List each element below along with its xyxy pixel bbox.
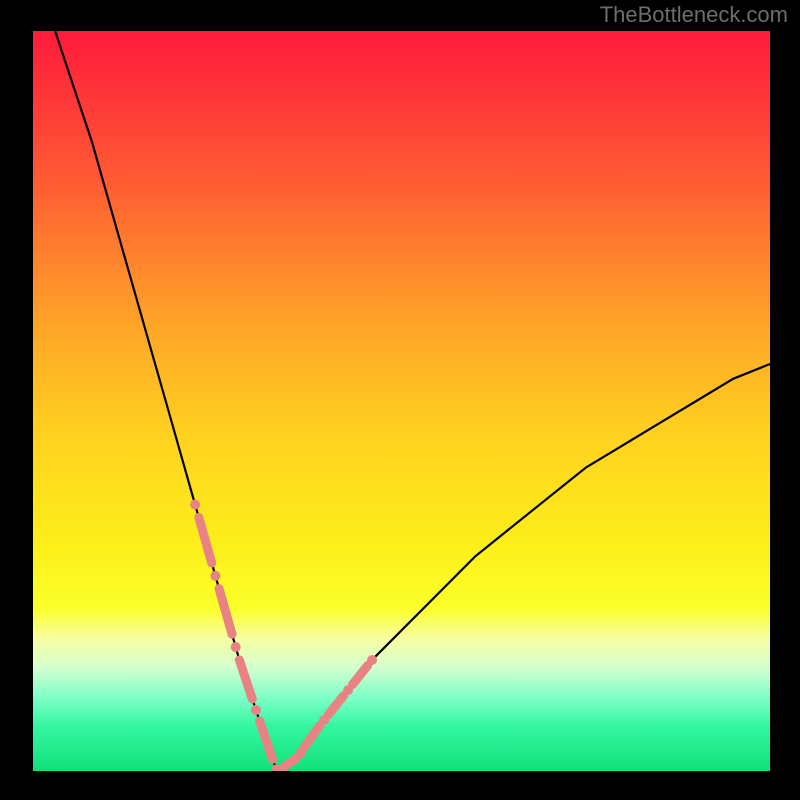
bottleneck-chart xyxy=(0,0,800,800)
watermark-text: TheBottleneck.com xyxy=(600,2,788,28)
drop-marker-dot xyxy=(231,642,241,652)
drop-marker-dot xyxy=(210,571,220,581)
drop-marker-dot xyxy=(343,685,353,695)
chart-frame: TheBottleneck.com xyxy=(0,0,800,800)
drop-marker-dot xyxy=(190,500,200,510)
drop-marker-dot xyxy=(251,705,261,715)
plot-background xyxy=(33,31,770,771)
drop-marker-dot xyxy=(367,655,377,665)
drop-marker-dot xyxy=(319,715,329,725)
drop-marker-dot xyxy=(295,748,305,758)
drop-marker-dot xyxy=(271,765,281,775)
